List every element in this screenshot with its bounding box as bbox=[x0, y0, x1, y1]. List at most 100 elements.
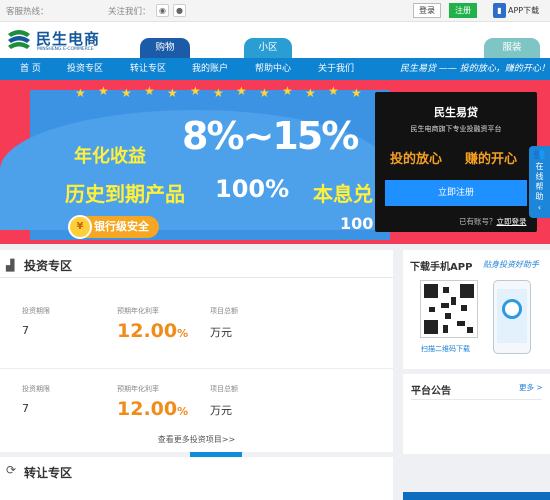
star-icon: ★ bbox=[144, 84, 155, 98]
amount-value: 万元 bbox=[210, 326, 232, 339]
brand-logo-icon[interactable] bbox=[5, 28, 33, 52]
rate-unit: % bbox=[177, 405, 189, 418]
refresh-icon: ⟳ bbox=[6, 463, 17, 477]
coin-icon: ¥ bbox=[68, 215, 92, 239]
notice-panel: 平台公告 更多 > bbox=[403, 374, 550, 454]
product-card[interactable]: 投资期限 7 预期年化利率 12.00% 项目总额 万元 bbox=[0, 376, 393, 436]
login-button[interactable]: 登录 bbox=[413, 3, 441, 18]
app-download-label: APP下载 bbox=[508, 6, 540, 15]
invest-section-title: 投资专区 bbox=[24, 259, 73, 273]
scan-to-download: 扫描二维码下载 bbox=[421, 345, 470, 353]
banner-rate: 8%~15% bbox=[182, 114, 359, 158]
bar-chart-icon: ▟ bbox=[6, 259, 15, 272]
star-icon: ★ bbox=[98, 84, 109, 98]
divider bbox=[0, 368, 393, 369]
hotline-label: 客服热线： bbox=[6, 7, 49, 17]
more-invest-link[interactable]: 查看更多投资项目>> bbox=[0, 434, 393, 445]
online-help-label: 在线帮助 bbox=[535, 162, 544, 201]
term-value: 7 bbox=[22, 324, 29, 337]
nav-my-account[interactable]: 我的账户 bbox=[192, 58, 228, 80]
have-account-label: 已有账号？ bbox=[459, 217, 497, 226]
progress-ring-icon bbox=[502, 299, 522, 319]
banner-safety-text: 银行级安全 bbox=[94, 220, 149, 233]
nav-invest-zone[interactable]: 投资专区 bbox=[67, 58, 103, 80]
term-label: 投资期限 bbox=[22, 307, 50, 315]
rate-value: 12.00% bbox=[117, 320, 188, 342]
invest-section: ▟ 投资专区 投资期限 7 预期年化利率 12.00% 项目总额 万元 投资期限… bbox=[0, 250, 393, 452]
loan-slogan-2: 赚的开心 bbox=[465, 152, 518, 167]
register-button[interactable]: 注册 bbox=[449, 3, 477, 18]
brand-name-en: MINSHENG E-COMMERCE bbox=[37, 47, 94, 52]
qr-code[interactable] bbox=[420, 280, 478, 338]
nav-help-center[interactable]: 帮助中心 bbox=[255, 58, 291, 80]
star-icon: ★ bbox=[351, 86, 362, 100]
divider bbox=[411, 399, 542, 400]
app-panel-title: 下载手机APP bbox=[410, 262, 473, 273]
tab-clothing[interactable]: 服装 bbox=[484, 38, 540, 58]
invest-section-header: ▟ 投资专区 bbox=[0, 250, 393, 278]
app-panel-slogan: 贴身投资好助手 bbox=[483, 260, 539, 269]
nav-slogan: 民生易贷 —— 投的放心，赚的开心！ bbox=[400, 64, 550, 74]
rate-unit: % bbox=[177, 327, 189, 340]
chevron-left-icon: ‹ bbox=[537, 203, 542, 212]
rate-value: 12.00% bbox=[117, 398, 188, 420]
rate-label: 预期年化利率 bbox=[117, 307, 159, 315]
wechat-icon[interactable]: ● bbox=[173, 4, 186, 17]
banner-history-pct: 100% bbox=[215, 175, 290, 203]
star-icon: ★ bbox=[328, 84, 339, 98]
brand-name[interactable]: 民生电商 bbox=[36, 28, 100, 49]
star-icon: ★ bbox=[282, 84, 293, 98]
hotline: 客服热线：400-69-95568 bbox=[6, 5, 134, 109]
transfer-section-title: 转让专区 bbox=[24, 466, 73, 480]
phone-mockup bbox=[493, 280, 531, 354]
top-bar: 客服热线：400-69-95568 关注我们： ◉ ● 登录 注册 ▮APP下载 bbox=[0, 0, 550, 109]
term-label: 投资期限 bbox=[22, 385, 50, 393]
banner-safety-badge: ¥ 银行级安全 bbox=[68, 215, 159, 239]
star-icon: ★ bbox=[236, 84, 247, 98]
follow-label: 关注我们： bbox=[108, 7, 151, 17]
rate-number: 12.00 bbox=[117, 398, 178, 420]
nav-home[interactable]: 首 页 bbox=[20, 58, 41, 80]
term-value: 7 bbox=[22, 402, 29, 415]
right-panel-strip bbox=[403, 492, 550, 500]
loan-panel-subtitle: 民生电商旗下专业投融资平台 bbox=[410, 125, 502, 133]
user-group-icon: 👥 bbox=[533, 149, 546, 160]
amount-label: 项目总额 bbox=[210, 385, 238, 393]
app-download-panel: 下载手机APP 贴身投资好助手 扫描二维码下载 bbox=[403, 250, 550, 369]
product-card[interactable]: 投资期限 7 预期年化利率 12.00% 项目总额 万元 bbox=[0, 298, 393, 358]
loan-signup-panel: 民生易贷 民生电商旗下专业投融资平台 投的放心 赚的开心 立即注册 已有账号？立… bbox=[375, 92, 537, 232]
tab-community[interactable]: 小区 bbox=[244, 38, 292, 58]
nav-about-us[interactable]: 关于我们 bbox=[318, 58, 354, 80]
rate-label: 预期年化利率 bbox=[117, 385, 159, 393]
banner-history: 历史到期产品 bbox=[65, 182, 185, 206]
amount-value: 万元 bbox=[210, 404, 232, 417]
rate-number: 12.00 bbox=[117, 320, 178, 342]
loan-panel-title: 民生易贷 bbox=[434, 106, 478, 119]
star-icon: ★ bbox=[121, 86, 132, 100]
login-now-link[interactable]: 立即登录 bbox=[497, 217, 527, 226]
transfer-section: ⟳ 转让专区 bbox=[0, 457, 393, 500]
star-icon: ★ bbox=[167, 86, 178, 100]
star-icon: ★ bbox=[259, 86, 270, 100]
notice-more-link[interactable]: 更多 > bbox=[519, 382, 543, 393]
banner-bottom-num: 100 bbox=[340, 214, 374, 233]
loan-slogan-1: 投的放心 bbox=[390, 152, 443, 167]
star-icon: ★ bbox=[305, 86, 316, 100]
amount-label: 项目总额 bbox=[210, 307, 238, 315]
main-nav: 首 页 投资专区 转让专区 我的账户 帮助中心 关于我们 民生易贷 —— 投的放… bbox=[0, 58, 550, 80]
online-help-tab[interactable]: 👥 在线帮助 ‹ bbox=[529, 146, 550, 218]
star-icon: ★ bbox=[213, 86, 224, 100]
weibo-icon[interactable]: ◉ bbox=[156, 4, 169, 17]
star-icon: ★ bbox=[75, 86, 86, 100]
banner-rate-label: 年化收益 bbox=[74, 146, 146, 167]
banner-guarantee: 本息兑 bbox=[313, 182, 373, 206]
register-now-button[interactable]: 立即注册 bbox=[385, 180, 527, 206]
mobile-app-icon: ▮ bbox=[493, 3, 506, 18]
have-account-text: 已有账号？立即登录 bbox=[459, 216, 527, 227]
header: 民生电商 MINSHENG E-COMMERCE 购物 投资 小区 服装 bbox=[0, 22, 550, 474]
notice-title: 平台公告 bbox=[411, 386, 451, 397]
tab-shopping[interactable]: 购物 bbox=[140, 38, 190, 58]
nav-transfer-zone[interactable]: 转让专区 bbox=[130, 58, 166, 80]
star-icon: ★ bbox=[190, 84, 201, 98]
app-download-link[interactable]: ▮ APP下载 bbox=[493, 2, 539, 19]
